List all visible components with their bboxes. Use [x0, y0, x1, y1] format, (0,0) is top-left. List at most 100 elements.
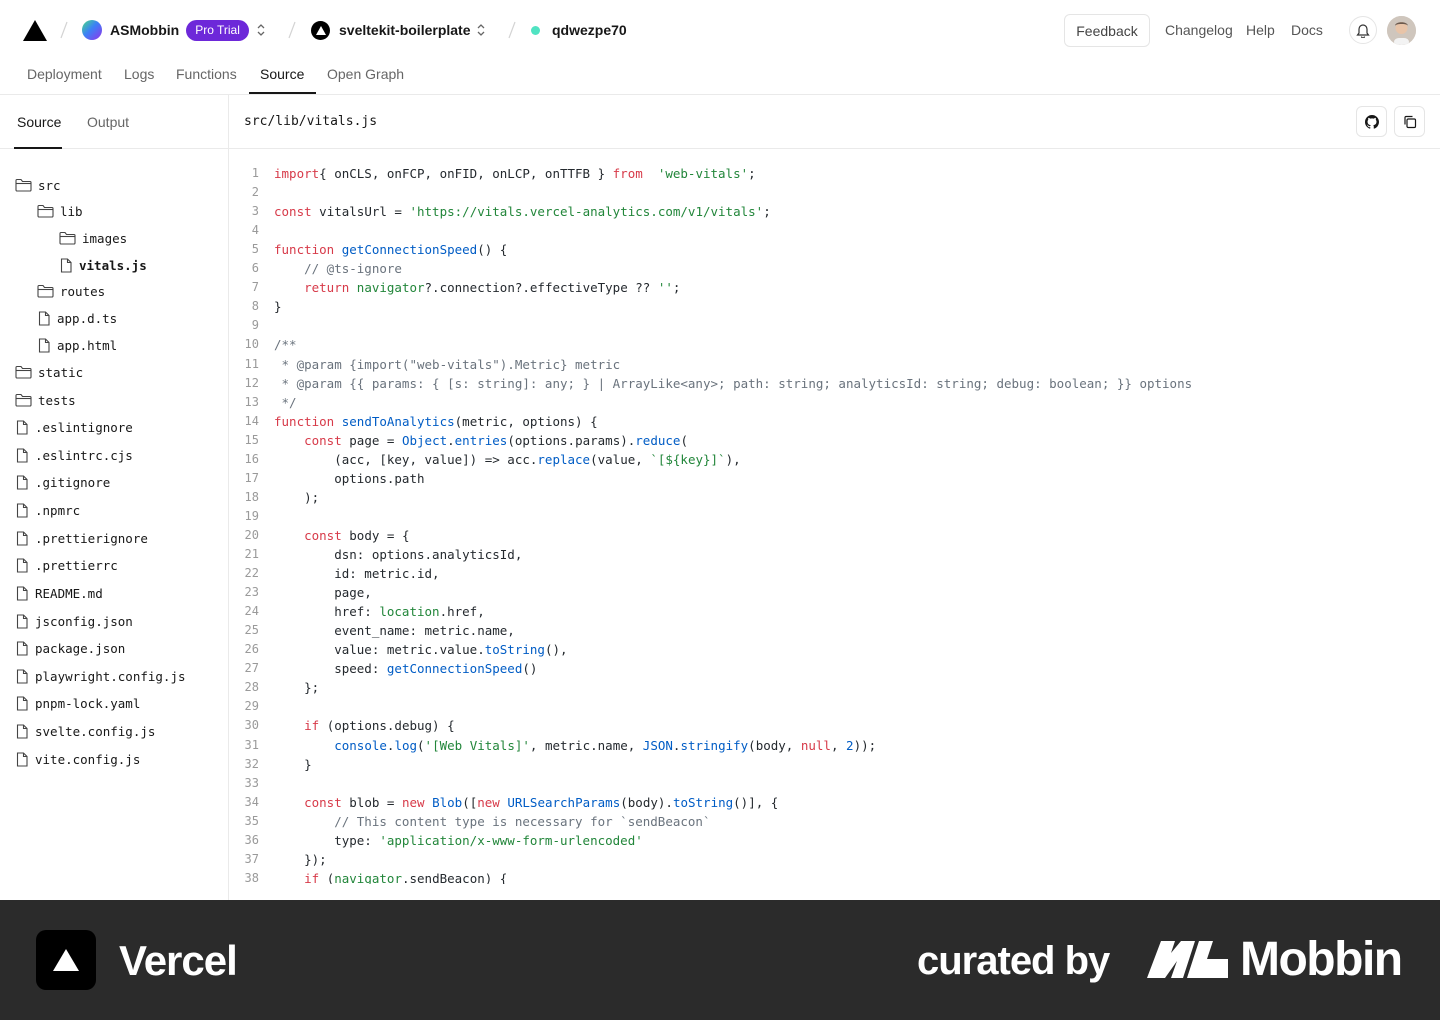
separator-slash-icon — [60, 21, 68, 39]
line-number: 10 — [244, 337, 259, 352]
code-line: 16 (acc, [key, value]) => acc.replace(va… — [229, 450, 1429, 469]
tree-file[interactable]: README.md — [15, 583, 103, 603]
user-avatar[interactable] — [1387, 16, 1416, 45]
code-line: 7 return navigator?.connection?.effectiv… — [229, 278, 1429, 297]
tree-item-label: app.d.ts — [57, 310, 118, 326]
tree-folder[interactable]: images — [59, 228, 127, 248]
tab-open-graph[interactable]: Open Graph — [327, 66, 404, 82]
tree-file[interactable]: package.json — [15, 638, 125, 658]
code-line: 29 — [229, 697, 1429, 716]
tree-file[interactable]: .prettierignore — [15, 528, 148, 548]
feedback-button[interactable]: Feedback — [1064, 14, 1150, 47]
copy-button[interactable] — [1394, 106, 1425, 137]
code-viewer[interactable]: 1 import{ onCLS, onFCP, onFID, onLCP, onT… — [229, 164, 1440, 884]
code-line: 37 }); — [229, 850, 1429, 869]
code-text: /** — [274, 337, 297, 353]
line-number: 15 — [244, 432, 259, 447]
code-line: 33 — [229, 774, 1429, 793]
tree-item-label: app.html — [57, 337, 118, 353]
file-icon — [16, 585, 28, 601]
status-dot — [531, 25, 540, 35]
tree-folder[interactable]: tests — [15, 390, 76, 410]
line-number: 21 — [244, 547, 259, 561]
tree-item-label: vitals.js — [79, 257, 147, 273]
line-number: 3 — [251, 204, 259, 219]
tree-file[interactable]: .gitignore — [15, 472, 110, 492]
sidebar-tab-source[interactable]: Source — [17, 114, 61, 130]
vercel-logo-icon[interactable] — [23, 20, 47, 41]
file-icon — [16, 447, 28, 463]
tree-file[interactable]: .eslintignore — [15, 417, 133, 437]
mobbin-logo-icon — [1147, 941, 1228, 978]
deployment-link[interactable]: qdwezpe70 — [531, 20, 627, 40]
team-switcher-chevron-icon[interactable] — [256, 22, 266, 38]
tree-file[interactable]: .npmrc — [15, 500, 80, 520]
changelog-link[interactable]: Changelog — [1165, 22, 1233, 38]
code-line: 15 const page = Object.entries(options.p… — [229, 431, 1429, 450]
code-line: 13 */ — [229, 393, 1429, 412]
project-switcher[interactable]: sveltekit-boilerplate — [311, 20, 471, 40]
github-button[interactable] — [1356, 106, 1387, 137]
tree-item-label: .prettierrc — [35, 557, 118, 573]
line-number: 20 — [244, 527, 259, 542]
code-line: 20 const body = { — [229, 526, 1429, 545]
tree-file[interactable]: app.html — [37, 335, 117, 355]
tree-file[interactable]: .eslintrc.cjs — [15, 445, 133, 465]
docs-link[interactable]: Docs — [1291, 22, 1323, 38]
code-line: 14 function sendToAnalytics(metric, optio… — [229, 412, 1429, 431]
tree-file[interactable]: vitals.js — [59, 255, 147, 275]
tree-file[interactable]: app.d.ts — [37, 308, 117, 328]
copy-icon — [1403, 115, 1416, 128]
line-number: 16 — [244, 451, 259, 466]
code-text: speed: getConnectionSpeed() — [274, 661, 538, 677]
tree-file[interactable]: jsconfig.json — [15, 611, 133, 631]
tree-file[interactable]: vite.config.js — [15, 749, 140, 769]
folder-icon — [15, 178, 32, 192]
tree-file[interactable]: .prettierrc — [15, 555, 118, 575]
separator-slash-icon — [288, 21, 296, 39]
code-text: value: metric.value.toString(), — [274, 642, 568, 658]
deployment-id: qdwezpe70 — [552, 22, 627, 38]
project-switcher-chevron-icon[interactable] — [476, 22, 486, 38]
sidebar-active-indicator — [14, 147, 62, 149]
tree-folder[interactable]: lib — [37, 201, 83, 221]
tab-logs[interactable]: Logs — [124, 66, 154, 82]
tree-folder[interactable]: routes — [37, 281, 105, 301]
code-text: event_name: metric.name, — [274, 623, 515, 639]
file-icon — [16, 502, 28, 518]
code-line: 31 console.log('[Web Vitals]', metric.na… — [229, 736, 1429, 755]
code-text: function sendToAnalytics(metric, options… — [274, 413, 598, 429]
tree-folder[interactable]: src — [15, 175, 61, 195]
tab-functions[interactable]: Functions — [176, 66, 237, 82]
code-text: * @param {import("web-vitals").Metric} m… — [274, 356, 621, 372]
team-name: ASMobbin — [110, 22, 180, 38]
code-line: 9 — [229, 316, 1429, 335]
sidebar-tab-output[interactable]: Output — [87, 114, 129, 130]
github-icon — [1364, 114, 1379, 129]
tree-file[interactable]: svelte.config.js — [15, 721, 155, 741]
code-text: options.path — [274, 470, 425, 486]
notifications-button[interactable] — [1349, 16, 1377, 44]
code-line: 18 ); — [229, 488, 1429, 507]
tree-item-label: routes — [60, 283, 106, 299]
line-number: 9 — [251, 318, 259, 333]
line-number: 11 — [244, 356, 259, 371]
tree-folder[interactable]: static — [15, 362, 83, 382]
code-line: 3 const vitalsUrl = 'https://vitals.verce… — [229, 202, 1429, 221]
tree-item-label: static — [38, 364, 84, 380]
line-number: 6 — [251, 261, 259, 276]
tree-item-label: svelte.config.js — [35, 723, 156, 739]
tree-item-label: images — [82, 230, 128, 246]
tab-source[interactable]: Source — [260, 66, 304, 82]
tree-file[interactable]: pnpm-lock.yaml — [15, 693, 140, 713]
file-icon — [16, 668, 28, 684]
tab-deployment[interactable]: Deployment — [27, 66, 102, 82]
code-line: 38 if (navigator.sendBeacon) { — [229, 869, 1429, 884]
help-link[interactable]: Help — [1246, 22, 1275, 38]
line-number: 7 — [251, 280, 259, 295]
code-text: } — [274, 299, 282, 315]
line-number: 33 — [244, 775, 259, 790]
team-switcher[interactable]: ASMobbin Pro Trial — [82, 19, 249, 41]
tree-file[interactable]: playwright.config.js — [15, 666, 186, 686]
line-number: 17 — [244, 470, 259, 485]
